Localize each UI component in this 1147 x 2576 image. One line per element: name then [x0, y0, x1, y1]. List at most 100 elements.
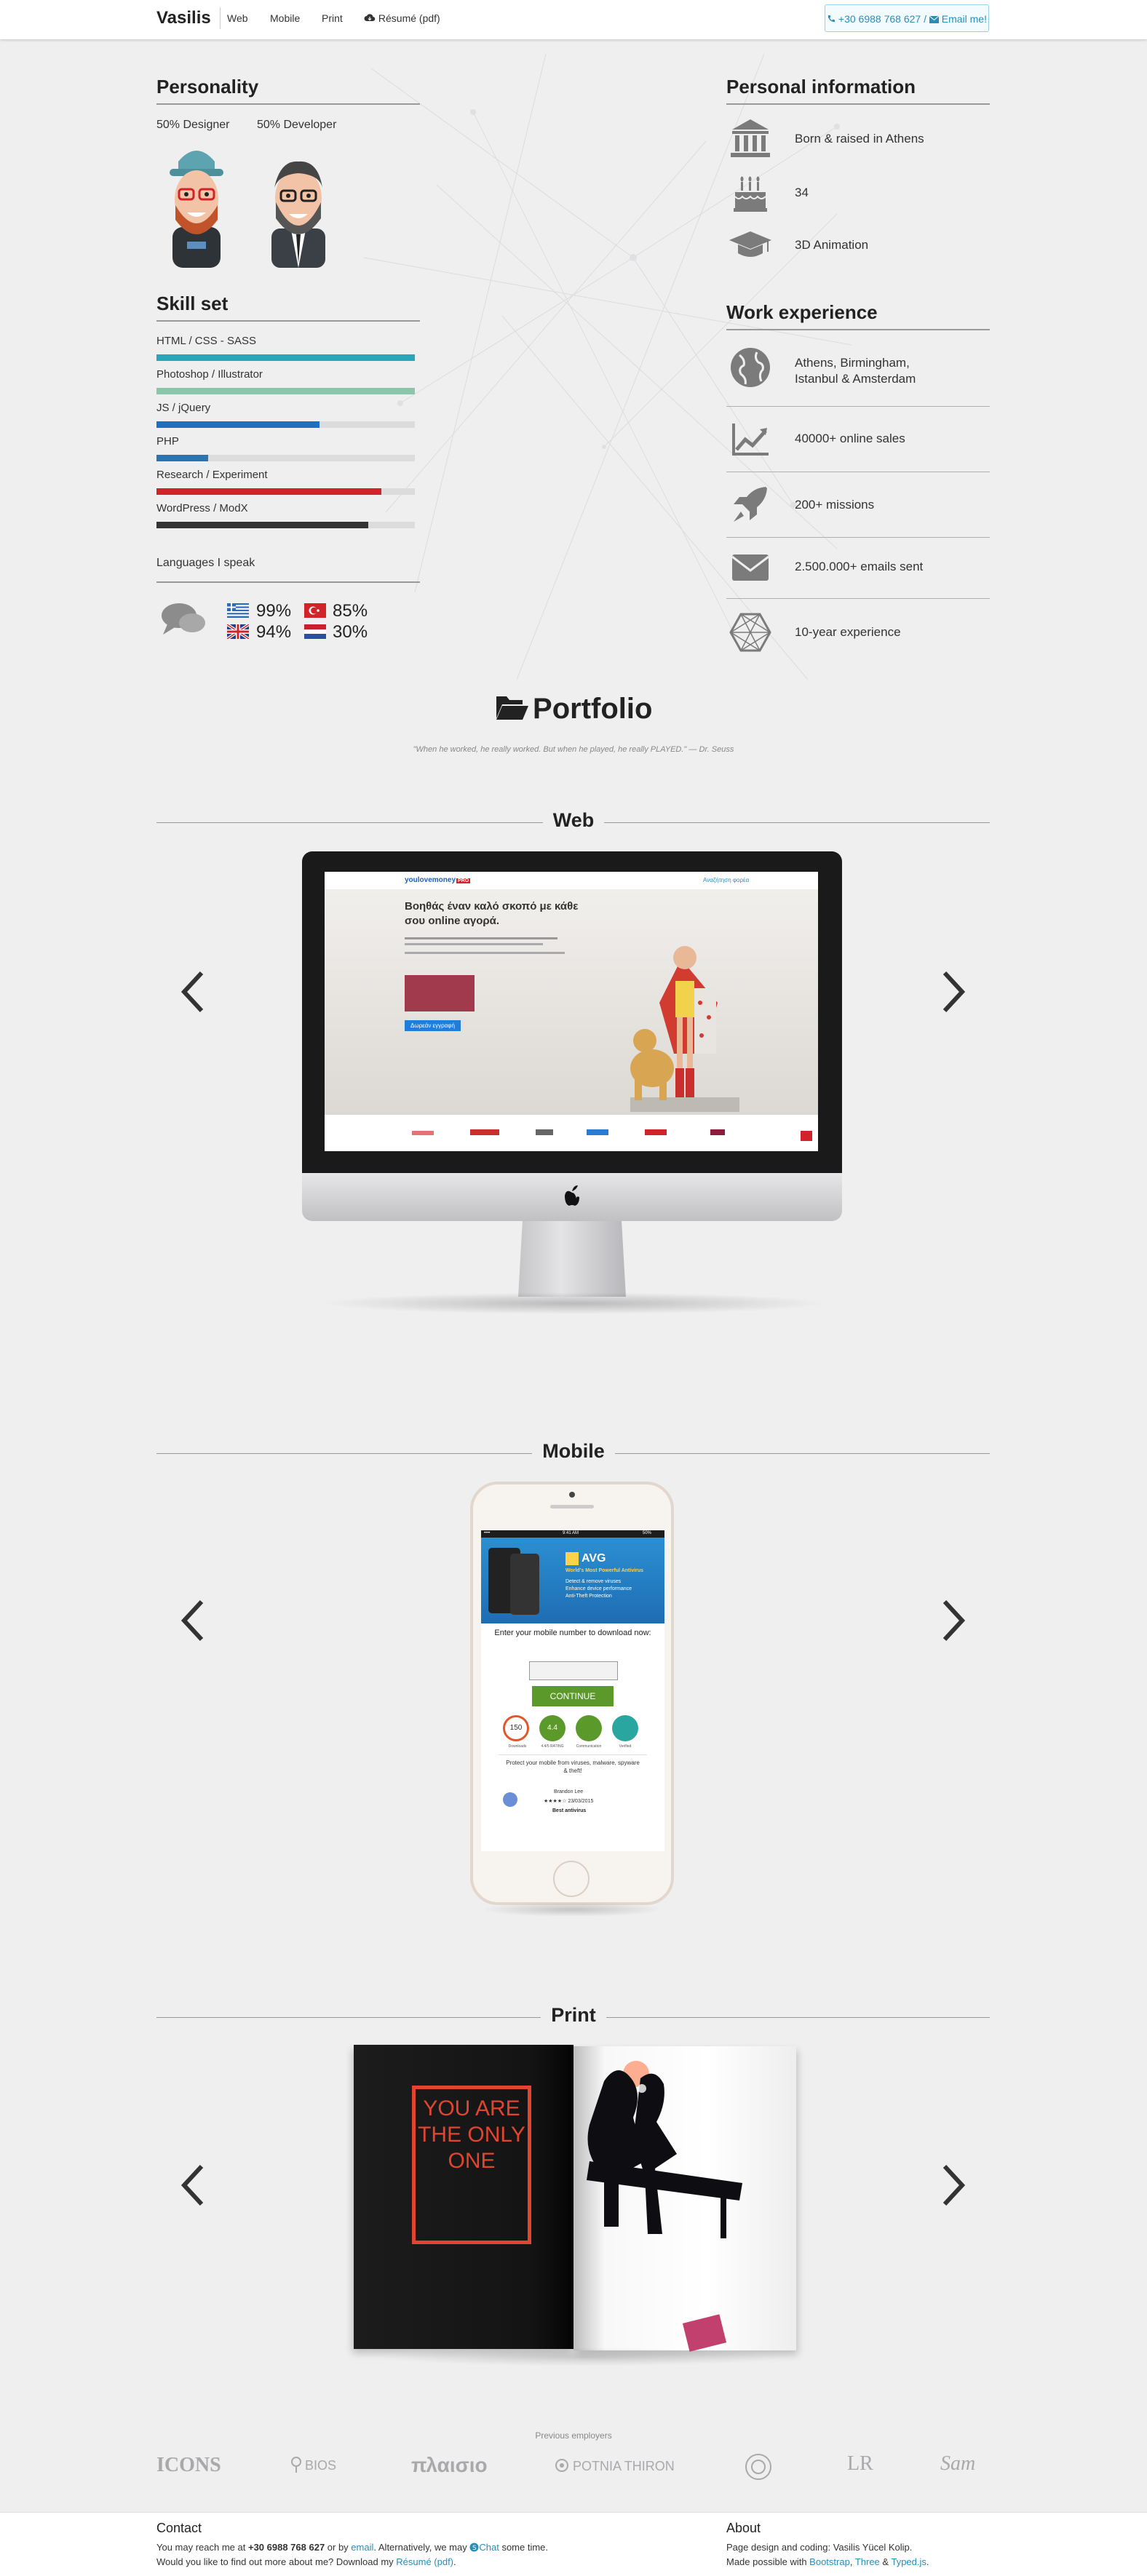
email-link[interactable]: Email me!: [942, 13, 987, 25]
web-section-title: Web: [0, 809, 1147, 832]
employer-logo-lr: LR: [847, 2452, 873, 2475]
phone-mockup: [510, 1554, 539, 1615]
skill-bar-fill: [156, 354, 415, 361]
iphone-camera: [569, 1492, 575, 1498]
envelope-icon: [731, 554, 769, 581]
work-row-experience: 10-year experience: [726, 610, 990, 655]
info-age-text: 34: [795, 186, 809, 199]
footer-contact-line1: You may reach me at +30 6988 768 627 or …: [156, 2542, 549, 2553]
work-row-missions: 200+ missions: [726, 482, 990, 528]
skill-bar-fill: [156, 522, 368, 528]
status-bar: •••• 9:41 AM 50%: [481, 1530, 664, 1538]
nav-link-mobile[interactable]: Mobile: [270, 12, 300, 24]
skill-bar-track: [156, 455, 415, 461]
footer-about-line2: Made possible with Bootstrap, Three & Ty…: [726, 2556, 929, 2567]
footer-resume-link[interactable]: Résumé (pdf): [396, 2556, 453, 2567]
phone-link[interactable]: +30 6988 768 627: [838, 13, 921, 25]
work-row-emails: 2.500.000+ emails sent: [726, 544, 990, 589]
mobile-section-title: Mobile: [0, 1440, 1147, 1463]
verified-badge-icon: [612, 1715, 638, 1741]
graduation-cap-icon: [729, 231, 771, 257]
hero-cta-button[interactable]: Δωρεάν εγγραφή: [405, 1020, 461, 1031]
skill-bar-track: [156, 488, 415, 495]
badge-label: 4.4/5 RATING: [541, 1744, 564, 1749]
protect-text: Protect your mobile from viruses, malwar…: [506, 1760, 640, 1774]
employers-title: Previous employers: [535, 2430, 612, 2441]
three-link[interactable]: Three: [855, 2556, 880, 2567]
personality-title: Personality: [156, 76, 259, 98]
contact-box: +30 6988 768 627 / Email me!: [825, 4, 989, 32]
footer-email-link[interactable]: email: [351, 2542, 373, 2553]
web-next-arrow-icon[interactable]: [939, 970, 968, 1014]
partner-logo: [710, 1129, 725, 1135]
envelope-small-icon: [929, 15, 940, 23]
languages-title: Languages I speak: [156, 557, 255, 569]
chat-bubble-button: [801, 1131, 812, 1141]
employer-logo-bios: BIOS: [291, 2457, 336, 2473]
nav-link-print[interactable]: Print: [322, 12, 343, 24]
greek-percent: 99%: [256, 601, 292, 621]
continue-button[interactable]: CONTINUE: [532, 1686, 614, 1706]
partner-logo: [587, 1129, 608, 1135]
bootstrap-link[interactable]: Bootstrap: [809, 2556, 850, 2567]
work-row-sales: 40000+ online sales: [726, 416, 990, 461]
employer-logo-seal-icon: [745, 2454, 771, 2480]
badge-label: Downloads: [508, 1744, 527, 1749]
footer-chat-link[interactable]: Chat: [479, 2542, 499, 2553]
brand-logo[interactable]: Vasilis: [156, 7, 221, 29]
folder-open-icon: [496, 696, 528, 720]
footer: Contact You may reach me at +30 6988 768…: [0, 2512, 1147, 2576]
review-title: Best antivirus: [552, 1808, 587, 1813]
divider: [726, 406, 990, 407]
phone-icon: [828, 15, 836, 23]
speech-bubbles-icon: [162, 603, 205, 635]
reviewer-name: Brandon Lee: [554, 1789, 584, 1794]
skill-label: PHP: [156, 435, 179, 448]
rocket-icon: [734, 487, 767, 522]
apple-logo-icon: [565, 1185, 579, 1206]
skill-label: JS / jQuery: [156, 402, 211, 414]
employer-logo-plaisio: πλαισιο: [411, 2454, 488, 2476]
typed-link[interactable]: Typed.js: [891, 2556, 926, 2567]
hero-headline: Βοηθάς έναν καλό σκοπό με κάθε σου onlin…: [405, 900, 579, 927]
mobile-prev-arrow-icon[interactable]: [178, 1599, 207, 1642]
work-cities-line2: Istanbul & Amsterdam: [795, 372, 916, 386]
cloud-download-icon: [364, 14, 376, 22]
divider: [726, 537, 990, 538]
rating-badge: 4.4: [539, 1715, 565, 1741]
badge-label: Verified: [619, 1744, 632, 1749]
divider: [156, 103, 420, 105]
review-stars: ★★★★☆ 23/03/2015: [544, 1799, 594, 1804]
print-next-arrow-icon[interactable]: [939, 2163, 968, 2207]
nav-link-resume[interactable]: Résumé (pdf): [364, 12, 440, 24]
hero-girl-dog-image: [630, 946, 739, 1112]
turkish-percent: 85%: [333, 601, 368, 621]
divider: [726, 103, 990, 105]
web-prev-arrow-icon[interactable]: [178, 970, 207, 1014]
developer-avatar: [271, 161, 325, 268]
turkey-flag-icon: [304, 603, 326, 618]
designer-avatar: [170, 151, 223, 268]
top-navbar: Vasilis Web Mobile Print Résumé (pdf) +3…: [0, 0, 1147, 39]
skill-label: HTML / CSS - SASS: [156, 335, 256, 347]
personal-info-title: Personal information: [726, 76, 916, 98]
avg-banner: AVG World's Most Powerful Antivirus Dete…: [481, 1538, 664, 1623]
mobile-next-arrow-icon[interactable]: [939, 1599, 968, 1642]
app-bullets: Detect & remove viruses Enhance device p…: [565, 1579, 632, 1599]
netherlands-flag-icon: [304, 624, 326, 639]
skill-bar-fill: [156, 388, 415, 394]
skill-bar-track: [156, 421, 415, 428]
globe-icon: [731, 348, 770, 387]
mobile-screenshot[interactable]: •••• 9:41 AM 50% AVG World's Most Powerf…: [481, 1530, 664, 1851]
avg-logo-icon: [565, 1552, 579, 1565]
nav-link-web[interactable]: Web: [227, 12, 248, 24]
app-name: AVG: [582, 1552, 606, 1565]
phone-number-input[interactable]: [529, 1661, 618, 1680]
partner-logo: [536, 1129, 553, 1135]
footer-about-line1: Page design and coding: Vasilis Yücel Ko…: [726, 2542, 913, 2553]
info-row-age: 34: [726, 170, 990, 215]
divider: [156, 581, 420, 583]
web-screenshot[interactable]: youlovemoney PRO Αναζήτηση φορέα Βοηθάς έ…: [325, 872, 818, 1151]
print-prev-arrow-icon[interactable]: [178, 2163, 207, 2207]
info-row-origin: Born & raised in Athens: [726, 116, 990, 162]
